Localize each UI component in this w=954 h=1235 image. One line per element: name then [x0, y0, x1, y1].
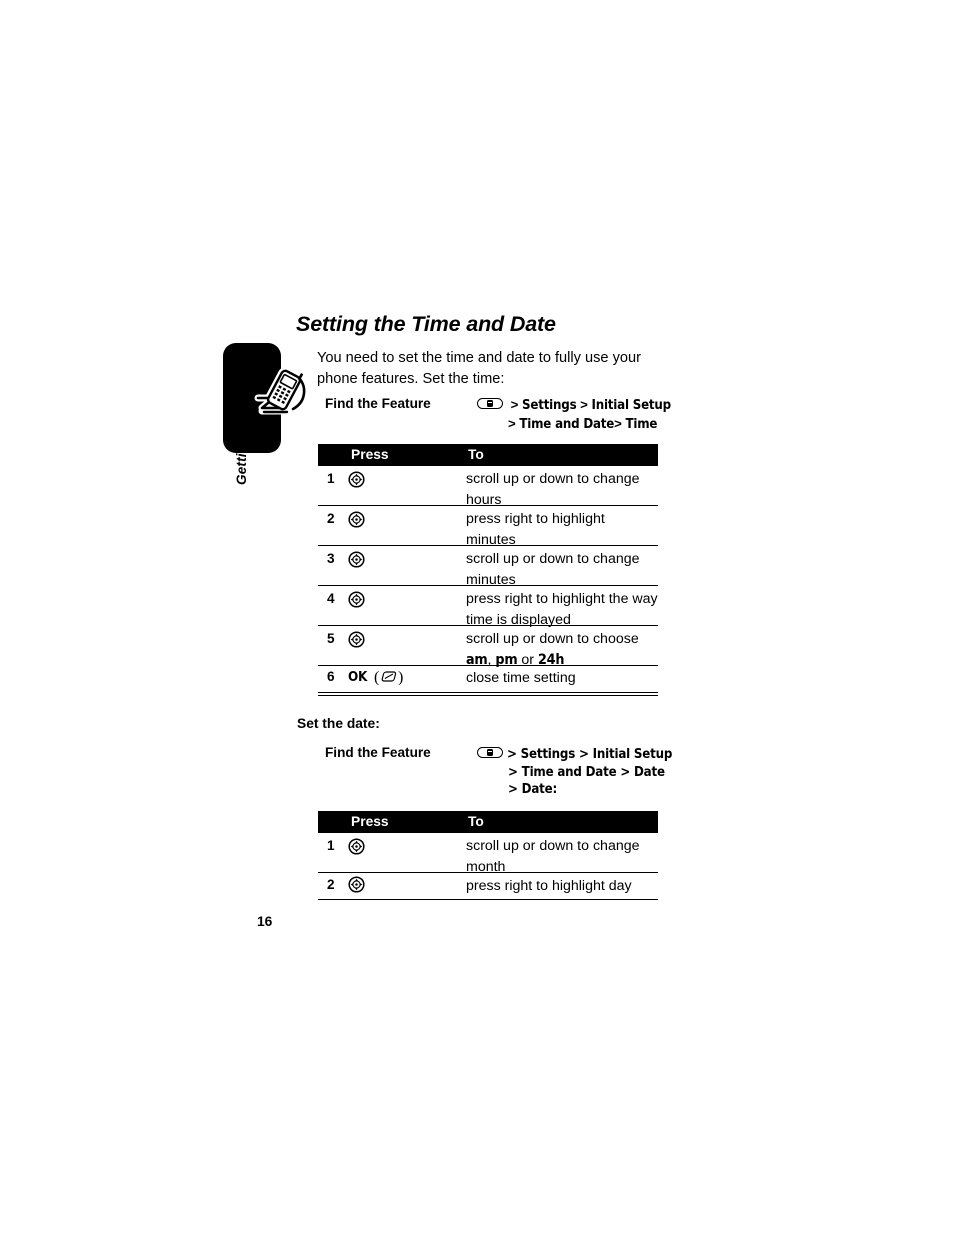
feature-path-date-line3: > Date: [508, 782, 557, 797]
step-number: 6 [327, 669, 335, 684]
path-seg-time-and-date: Time and Date [519, 416, 615, 432]
navigation-key-icon [348, 838, 428, 858]
step-number: 2 [327, 877, 335, 892]
path-seg-settings: Settings [522, 398, 577, 413]
step-description-text: scroll up or down to choose [466, 631, 639, 647]
subsection-heading-date: Set the date: [297, 716, 380, 731]
step-number: 3 [327, 551, 335, 566]
feature-path-date-line1: > Settings > Initial Setup [477, 745, 717, 764]
page-number: 16 [257, 914, 273, 929]
table-row: 3 scroll up or down to change minutes [318, 546, 658, 588]
table-header-row: Press To [318, 811, 658, 833]
path-seg-initial-setup: Initial Setup [591, 398, 671, 413]
feature-path-time-line2: > Time and Date> Time [508, 415, 658, 432]
step-number: 1 [327, 838, 335, 853]
table-row: 2 press right to highlight minutes [318, 506, 658, 548]
column-header-press: Press [351, 447, 389, 462]
menu-key-icon [477, 398, 505, 411]
step-number: 5 [327, 631, 335, 646]
step-description: press right to highlight the way time is… [466, 591, 658, 628]
step-description: close time setting [466, 670, 576, 686]
phone-icon [254, 364, 312, 422]
navigation-key-icon [348, 471, 428, 491]
step-description: scroll up or down to change month [466, 838, 640, 875]
manual-page: Getting Started Setting the Time and Dat… [0, 0, 954, 1235]
table-row: 1 scroll up or down to change month [318, 833, 658, 875]
page-title: Setting the Time and Date [296, 312, 556, 336]
svg-text:): ) [398, 669, 403, 685]
table-row: 5 scroll up or down to choose am, pm or … [318, 626, 658, 668]
time-steps-table: Press To 1 scroll up or down to change h… [318, 444, 658, 697]
feature-path-time: > Settings > Initial Setup > Time and Da… [477, 396, 717, 433]
table-header-row: Press To [318, 444, 658, 466]
chapter-tab-label: Getting Started [234, 384, 249, 485]
ok-softkey-icon: ( ) [374, 668, 404, 686]
column-header-press: Press [351, 814, 389, 829]
column-header-to: To [468, 447, 484, 462]
feature-path-time-line1: > Settings > Initial Setup [477, 396, 717, 415]
intro-paragraph: You need to set the time and date to ful… [317, 350, 641, 387]
table-row: 4 press right to highlight the way time … [318, 586, 658, 628]
step-description: scroll up or down to change hours [466, 471, 640, 508]
feature-path-date-line2: > Time and Date > Date [508, 764, 665, 780]
table-row: 2 press right to highlight day [318, 873, 658, 900]
svg-text:(: ( [374, 669, 379, 685]
step-description: scroll up or down to choose am, pm or 24… [466, 631, 639, 668]
path-seg-time: Time [625, 416, 658, 432]
step-number: 2 [327, 511, 335, 526]
feature-path-date-line1-text: > Settings > Initial Setup [507, 747, 673, 762]
date-steps-table: Press To 1 scroll up or down to change m… [318, 811, 658, 900]
navigation-key-icon [348, 551, 428, 571]
navigation-key-icon [348, 511, 428, 531]
step-description: press right to highlight day [466, 878, 632, 894]
step-number: 4 [327, 591, 335, 606]
feature-path-date: > Settings > Initial Setup > Time and Da… [477, 745, 717, 799]
table-bottom-rule [318, 695, 658, 697]
menu-key-icon [477, 747, 505, 760]
find-the-feature-label-date: Find the Feature [325, 745, 431, 760]
step-description: scroll up or down to change minutes [466, 551, 640, 588]
find-the-feature-label-time: Find the Feature [325, 396, 431, 411]
navigation-key-icon [348, 631, 428, 651]
step-description: press right to highlight minutes [466, 511, 605, 548]
column-header-to: To [468, 814, 484, 829]
table-row: 6 OK ( ) close time setting [318, 666, 658, 693]
table-row: 1 scroll up or down to change hours [318, 466, 658, 508]
navigation-key-icon [348, 591, 428, 611]
step-number: 1 [327, 471, 335, 486]
ok-key-label: OK [348, 670, 367, 685]
ok-softkey-cell: OK ( ) [348, 668, 428, 688]
navigation-key-icon [348, 876, 428, 896]
